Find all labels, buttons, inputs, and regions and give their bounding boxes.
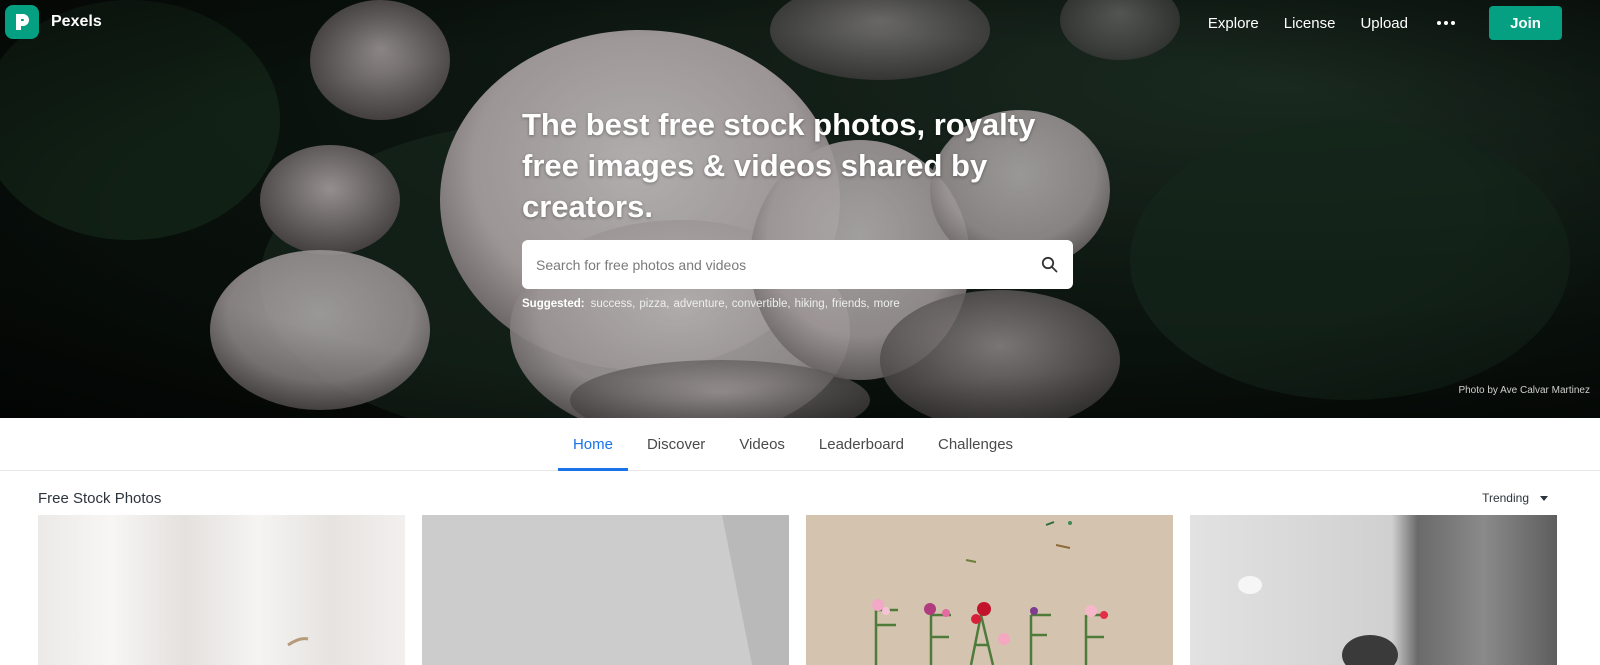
photos-section-header: Free Stock Photos Trending <box>0 471 1600 515</box>
nav-license-link[interactable]: License <box>1284 15 1336 32</box>
suggestion-more-link[interactable]: more <box>874 298 900 310</box>
photo-grid <box>0 515 1600 665</box>
photo-card[interactable] <box>806 515 1173 665</box>
tab-videos[interactable]: Videos <box>724 418 800 471</box>
suggestion-link[interactable]: adventure <box>673 298 724 310</box>
more-horizontal-icon[interactable] <box>1434 13 1458 33</box>
nav-upload-link[interactable]: Upload <box>1360 15 1408 32</box>
hero-banner: Pexels Explore License Upload Join The b… <box>0 0 1600 418</box>
suggested-label: Suggested: <box>522 298 585 310</box>
caret-down-icon <box>1540 495 1548 501</box>
join-button[interactable]: Join <box>1489 6 1562 40</box>
top-navigation-bar: Pexels Explore License Upload Join <box>0 0 1600 48</box>
pexels-logo-icon <box>5 5 39 39</box>
hero-headline: The best free stock photos, royalty free… <box>522 107 1036 224</box>
brand-name: Pexels <box>51 13 102 30</box>
suggestion-link[interactable]: convertible <box>732 298 788 310</box>
tab-challenges[interactable]: Challenges <box>923 418 1028 471</box>
suggestion-link[interactable]: friends <box>832 298 867 310</box>
photo-image <box>806 515 1173 665</box>
sort-selected-value: Trending <box>1482 491 1529 505</box>
photo-image <box>38 515 405 665</box>
pexels-logo-link[interactable]: Pexels <box>5 5 102 39</box>
photo-card[interactable] <box>422 515 789 665</box>
tab-home[interactable]: Home <box>557 418 628 471</box>
tab-leaderboard[interactable]: Leaderboard <box>804 418 919 471</box>
photo-card[interactable] <box>38 515 405 665</box>
primary-nav: Explore License Upload Join <box>1183 6 1562 40</box>
tab-discover[interactable]: Discover <box>632 418 720 471</box>
suggestion-link[interactable]: success <box>591 298 633 310</box>
suggestion-link[interactable]: hiking <box>795 298 825 310</box>
search-bar <box>522 240 1073 289</box>
suggestion-link[interactable]: pizza <box>639 298 666 310</box>
hero-content: The best free stock photos, royalty free… <box>522 104 1074 310</box>
nav-explore-link[interactable]: Explore <box>1208 15 1259 32</box>
search-input[interactable] <box>536 256 1039 273</box>
search-icon[interactable] <box>1039 255 1059 275</box>
section-tabs: Home Discover Videos Leaderboard Challen… <box>0 418 1600 471</box>
section-title: Free Stock Photos <box>38 490 162 507</box>
sort-dropdown[interactable]: Trending <box>1482 491 1548 505</box>
photo-card[interactable] <box>1190 515 1557 665</box>
photo-image <box>422 515 789 665</box>
suggested-searches: Suggested: success, pizza, adventure, co… <box>522 298 900 310</box>
photo-credit-link[interactable]: Photo by Ave Calvar Martinez <box>1458 385 1590 396</box>
photo-image <box>1190 515 1557 665</box>
